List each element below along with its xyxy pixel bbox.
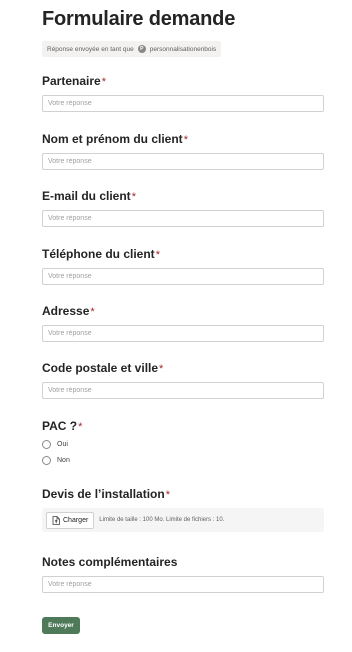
radio-option-non[interactable]: Non bbox=[42, 454, 324, 466]
question-partenaire: Partenaire* bbox=[42, 73, 324, 112]
radio-label: Non bbox=[57, 456, 70, 464]
code-postal-input[interactable] bbox=[42, 382, 324, 399]
radio-option-oui[interactable]: Oui bbox=[42, 438, 324, 450]
question-nom-prenom: Nom et prénom du client* bbox=[42, 131, 324, 170]
adresse-input[interactable] bbox=[42, 325, 324, 342]
question-telephone: Téléphone du client* bbox=[42, 246, 324, 285]
question-label: Code postale et ville* bbox=[42, 361, 164, 375]
question-pac: PAC ?* Oui Non bbox=[42, 418, 324, 466]
question-label: Notes complémentaires bbox=[42, 555, 178, 569]
question-label: E-mail du client* bbox=[42, 189, 136, 203]
question-label: Téléphone du client* bbox=[42, 247, 160, 261]
question-email: E-mail du client* bbox=[42, 188, 324, 227]
required-marker: * bbox=[78, 421, 83, 433]
upload-button-label: Charger bbox=[63, 516, 89, 524]
required-marker: * bbox=[155, 249, 160, 261]
required-marker: * bbox=[165, 489, 170, 501]
question-label: Devis de l’installation* bbox=[42, 487, 170, 501]
account-avatar: P bbox=[137, 45, 146, 53]
required-marker: * bbox=[101, 76, 106, 88]
upload-button[interactable]: Charger bbox=[46, 511, 95, 529]
telephone-input[interactable] bbox=[42, 268, 324, 285]
notes-input[interactable] bbox=[42, 576, 324, 593]
required-marker: * bbox=[90, 306, 95, 318]
account-name: personnalisationenbois bbox=[149, 45, 217, 53]
required-marker: * bbox=[131, 191, 136, 203]
file-upload-icon bbox=[52, 515, 60, 525]
sent-as-text: Réponse envoyée en tant que bbox=[47, 45, 134, 53]
nom-prenom-input[interactable] bbox=[42, 153, 324, 170]
email-input[interactable] bbox=[42, 210, 324, 227]
upload-area: Charger Limite de taille : 100 Mo. Limit… bbox=[42, 508, 324, 532]
partenaire-input[interactable] bbox=[42, 95, 324, 112]
submit-button[interactable]: Envoyer bbox=[42, 617, 80, 634]
upload-limits-text: Limite de taille : 100 Mo. Limite de fic… bbox=[99, 517, 225, 523]
question-label: PAC ?* bbox=[42, 419, 83, 433]
question-notes: Notes complémentaires bbox=[42, 554, 324, 593]
question-label: Partenaire* bbox=[42, 74, 106, 88]
question-code-postal: Code postale et ville* bbox=[42, 360, 324, 399]
radio-button[interactable] bbox=[42, 439, 51, 449]
required-marker: * bbox=[159, 363, 164, 375]
form-title: Formulaire demande bbox=[42, 8, 236, 30]
radio-button[interactable] bbox=[42, 455, 51, 465]
question-label: Adresse* bbox=[42, 304, 95, 318]
question-devis: Devis de l’installation* Charger Limite … bbox=[42, 486, 324, 532]
question-adresse: Adresse* bbox=[42, 303, 324, 342]
radio-label: Oui bbox=[57, 440, 68, 448]
required-marker: * bbox=[183, 134, 188, 146]
sent-as-badge: Réponse envoyée en tant que P personnali… bbox=[42, 41, 222, 57]
question-label: Nom et prénom du client* bbox=[42, 132, 188, 146]
